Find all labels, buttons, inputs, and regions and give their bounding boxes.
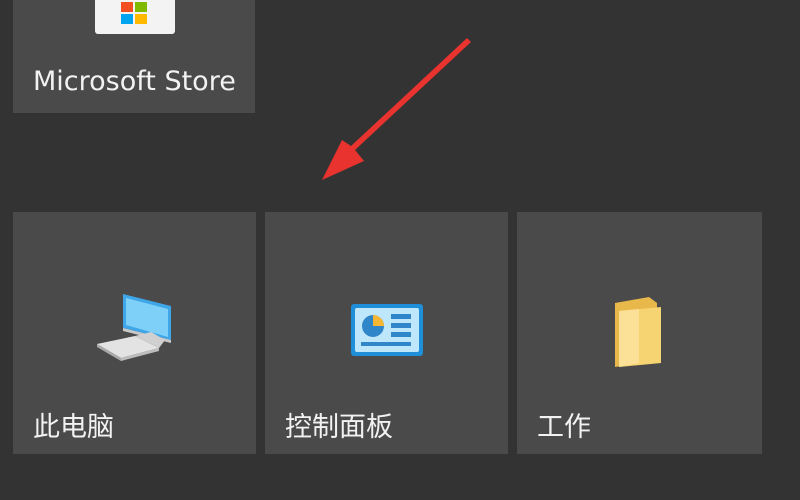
control-panel-icon bbox=[351, 304, 423, 356]
tile-label: 控制面板 bbox=[285, 412, 393, 443]
start-menu-tiles-area: Microsoft Store 此电脑 控制面板 工作 bbox=[0, 0, 800, 500]
tile-this-pc[interactable]: 此电脑 bbox=[13, 212, 256, 454]
tile-microsoft-store[interactable]: Microsoft Store bbox=[13, 0, 255, 113]
tile-label: 工作 bbox=[537, 412, 591, 443]
tile-label: 此电脑 bbox=[33, 412, 114, 443]
microsoft-store-icon bbox=[95, 0, 175, 34]
tile-label: Microsoft Store bbox=[33, 66, 236, 97]
tile-control-panel[interactable]: 控制面板 bbox=[265, 212, 508, 454]
folder-icon bbox=[615, 297, 661, 367]
computer-icon bbox=[97, 294, 171, 361]
tile-work-folder[interactable]: 工作 bbox=[517, 212, 762, 454]
